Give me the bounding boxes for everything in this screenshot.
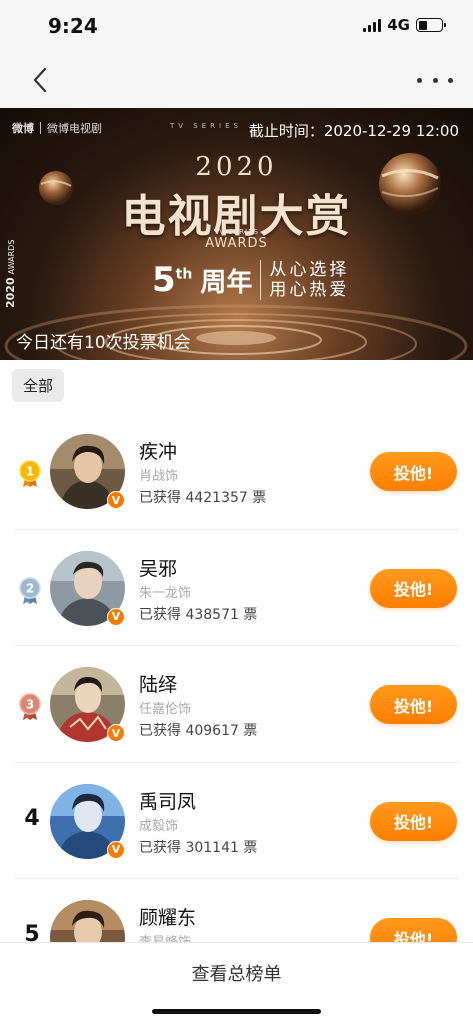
banner-small-title: TV SERIES bbox=[170, 122, 242, 130]
banner-logos: 微博 微博电视剧 bbox=[12, 120, 102, 136]
awards-banner: 微博 微博电视剧 TV SERIES 截止时间：2020-12-29 12:00… bbox=[0, 108, 473, 360]
battery-icon bbox=[416, 18, 446, 32]
character-name: 顾耀东 bbox=[139, 907, 197, 929]
banner-side-label: 2020 AWARDS bbox=[4, 240, 17, 308]
view-full-ranking-button[interactable]: 查看总榜单 bbox=[0, 960, 473, 986]
bottom-bar: 查看总榜单 bbox=[0, 942, 473, 1024]
bronze-medal-icon: 3 bbox=[19, 693, 41, 720]
signal-icon bbox=[363, 18, 382, 32]
ranking-row: 3 V 陆绎 任嘉伦饰 已获得 409617 票 投他! bbox=[0, 646, 473, 763]
more-dot-icon bbox=[432, 77, 438, 83]
vote-count: 已获得 409617 票 bbox=[139, 723, 258, 739]
status-bar: 9:24 4G bbox=[0, 0, 473, 52]
slogan-line-2: 用心热爱 bbox=[269, 280, 350, 300]
weibo-logo: 微博 bbox=[12, 122, 34, 135]
vote-chances-text: 今日还有10次投票机会 bbox=[16, 333, 191, 353]
home-indicator[interactable] bbox=[152, 1009, 321, 1014]
banner-subtitle: AWARDS bbox=[205, 236, 268, 251]
anniversary-lockup: 5th 周年 从心选择 用心热爱 bbox=[152, 260, 349, 300]
ranking-row: 2 V 吴邪 朱一龙饰 已获得 438571 票 投他! bbox=[0, 530, 473, 646]
vote-deadline: 截止时间：2020-12-29 12:00 bbox=[248, 122, 459, 140]
back-button[interactable] bbox=[28, 66, 54, 94]
slogan-line-1: 从心选择 bbox=[269, 260, 350, 280]
vote-count: 已获得 4421357 票 bbox=[139, 490, 267, 506]
character-name: 吴邪 bbox=[139, 557, 178, 580]
logo-divider bbox=[40, 122, 41, 134]
actor-name: 任嘉伦饰 bbox=[139, 702, 192, 717]
slogan: 从心选择 用心热爱 bbox=[269, 260, 349, 300]
actor-name: 朱一龙饰 bbox=[139, 585, 192, 601]
ranking-list: 1 V 疾冲 肖战饰 已获得 4421357 票 投他! 2 V 吴邪 朱一龙饰… bbox=[0, 413, 473, 996]
anniversary-num: 5 bbox=[152, 260, 176, 300]
actor-name: 肖战饰 bbox=[139, 469, 179, 484]
vote-count: 已获得 301141 票 bbox=[139, 839, 258, 856]
anniversary-label: 周年 bbox=[200, 267, 253, 298]
character-name: 疾冲 bbox=[139, 441, 178, 463]
banner-year: 2020 bbox=[195, 152, 278, 182]
network-type: 4G bbox=[387, 16, 410, 34]
verified-badge-icon: V bbox=[107, 491, 125, 509]
anniversary-suffix: th bbox=[175, 266, 193, 283]
vote-button[interactable]: 投他! bbox=[370, 685, 457, 724]
vote-count: 已获得 438571 票 bbox=[139, 606, 258, 623]
weibo-tv-logo: 微博电视剧 bbox=[47, 122, 102, 135]
verified-badge-icon: V bbox=[107, 840, 125, 859]
svg-text:3: 3 bbox=[26, 698, 34, 712]
chevron-left-icon bbox=[33, 67, 47, 93]
vote-button[interactable]: 投他! bbox=[370, 452, 457, 491]
more-dot-icon bbox=[448, 77, 453, 83]
side-year: 2020 bbox=[4, 277, 17, 308]
svg-text:1: 1 bbox=[26, 465, 34, 479]
verified-badge-icon: V bbox=[107, 724, 125, 742]
character-name: 陆绎 bbox=[139, 674, 178, 696]
rank-number: 4 bbox=[24, 805, 40, 831]
silver-medal-icon: 2 bbox=[19, 576, 41, 604]
ranking-row: 4 V 禹司凤 成毅饰 已获得 301141 票 投他! bbox=[0, 763, 473, 879]
vote-button[interactable]: 投他! bbox=[370, 801, 457, 841]
more-button[interactable] bbox=[417, 68, 453, 92]
verified-badge-icon: V bbox=[107, 607, 125, 626]
more-dot-icon bbox=[417, 77, 422, 83]
banner-subtitle-small: TV SERIES bbox=[214, 228, 259, 236]
status-icons: 4G bbox=[363, 16, 446, 34]
ranking-row: 1 V 疾冲 肖战饰 已获得 4421357 票 投他! bbox=[0, 413, 473, 530]
character-name: 禹司凤 bbox=[139, 790, 197, 813]
vote-button[interactable]: 投他! bbox=[370, 568, 457, 608]
svg-text:2: 2 bbox=[26, 581, 34, 595]
anniversary-number: 5th bbox=[152, 263, 192, 297]
side-text: AWARDS bbox=[7, 239, 16, 275]
filter-all[interactable]: 全部 bbox=[12, 369, 64, 402]
nav-bar bbox=[0, 52, 473, 108]
status-time: 9:24 bbox=[48, 14, 98, 38]
gold-medal-icon: 1 bbox=[19, 460, 41, 487]
actor-name: 成毅饰 bbox=[139, 818, 179, 834]
anniversary-divider bbox=[260, 260, 262, 300]
